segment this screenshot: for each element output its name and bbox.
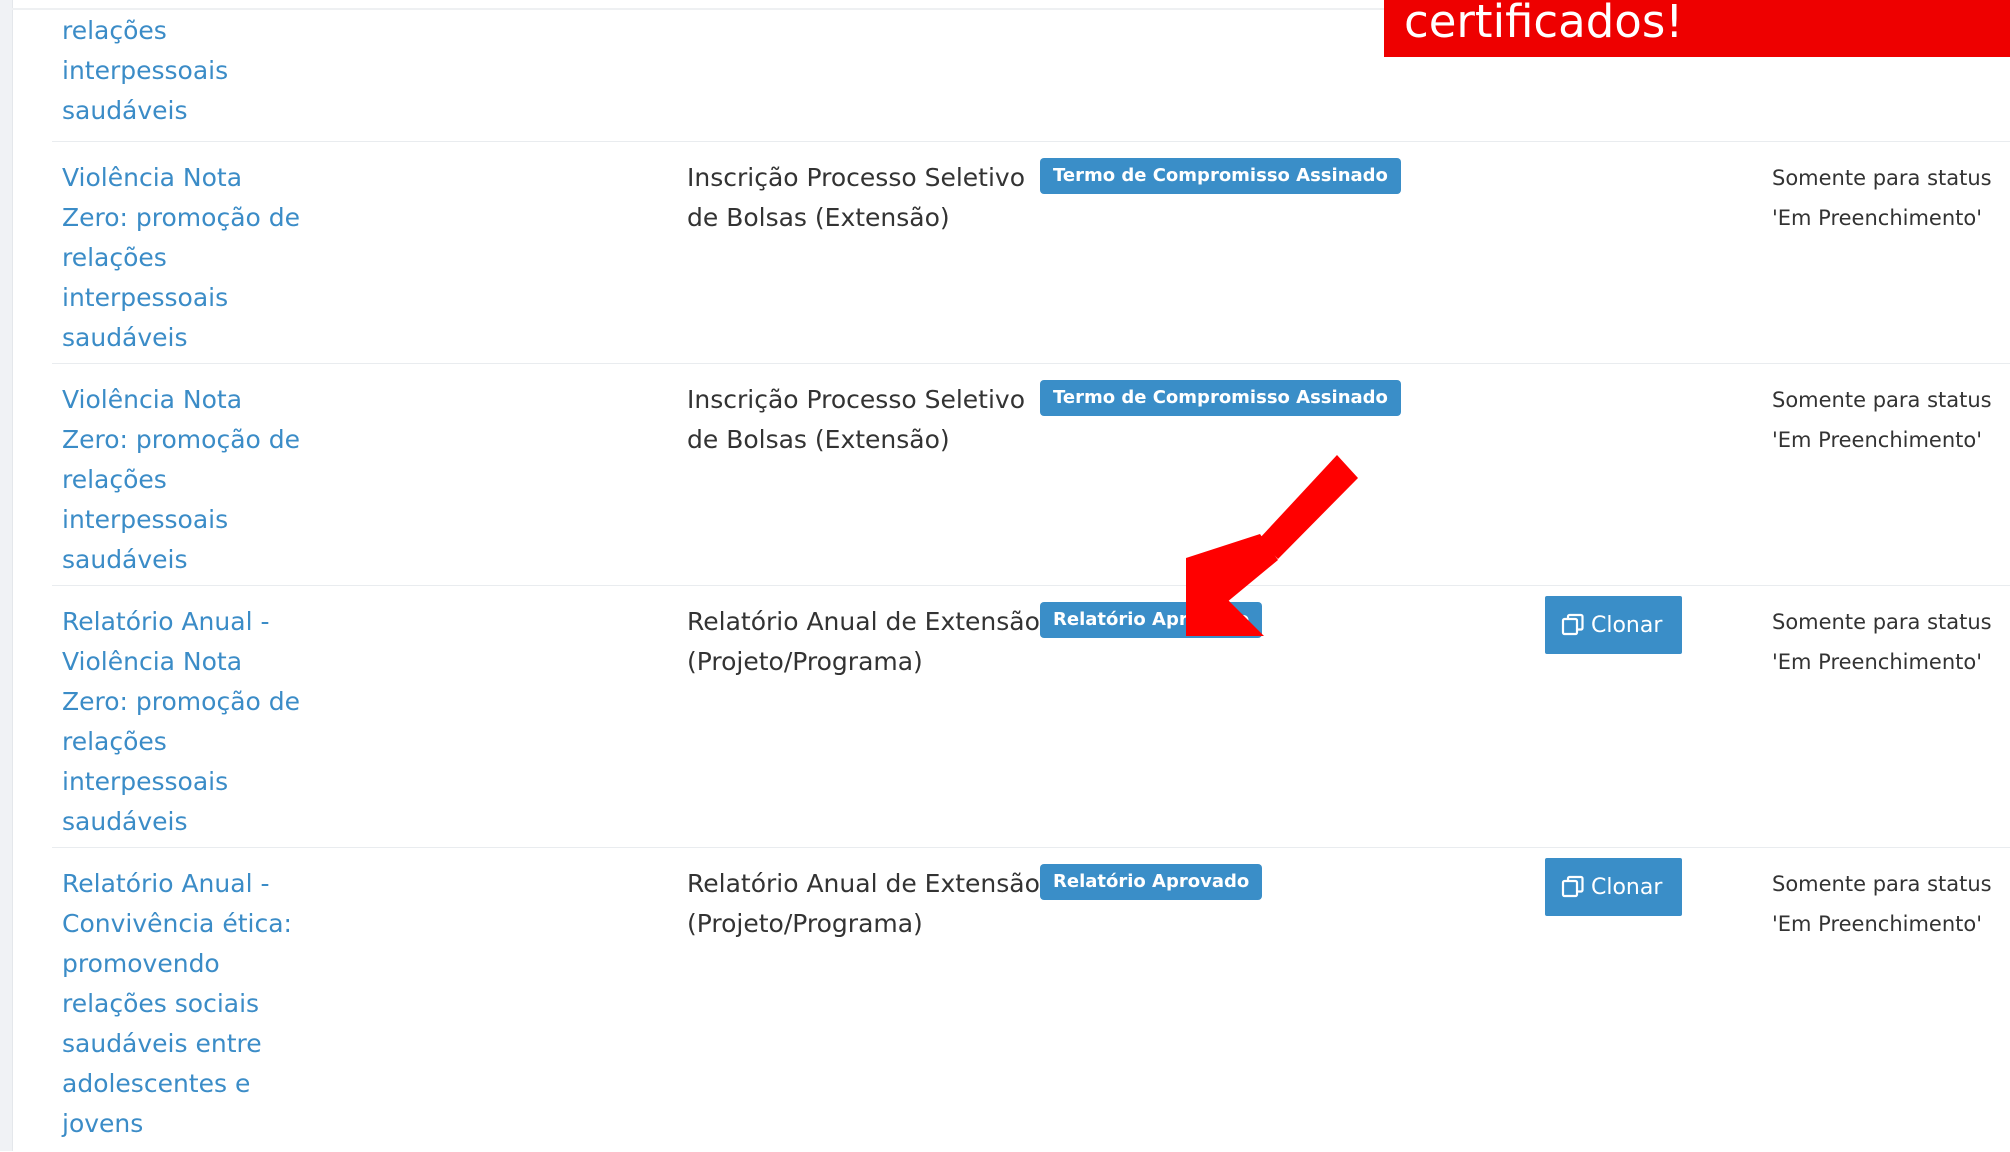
record-title-link[interactable]: relações interpessoais saudáveis: [62, 0, 362, 131]
note-line: Somente para status: [1772, 610, 1992, 634]
title-line: Violência Nota: [62, 385, 243, 414]
title-line: Zero: promoção de: [62, 687, 301, 716]
title-line: relações: [62, 465, 167, 494]
copy-icon: [1561, 875, 1584, 898]
clone-label: Clonar: [1591, 874, 1663, 900]
status-cell: Termo de Compromisso Assinado: [1040, 380, 1401, 416]
table-row: Violência Nota Zero: promoção de relaçõe…: [52, 141, 2010, 364]
record-title-link[interactable]: Violência Nota Zero: promoção de relaçõe…: [62, 364, 362, 580]
title-line: adolescentes e: [62, 1069, 251, 1098]
note-line: 'Em Preenchimento': [1772, 650, 1983, 674]
note-line: Somente para status: [1772, 166, 1992, 190]
status-cell: Relatório Aprovado: [1040, 602, 1263, 638]
status-badge: Relatório Aprovado: [1040, 602, 1263, 638]
edit-note: Somente para status 'Em Preenchimento': [1772, 848, 2010, 944]
note-line: 'Em Preenchimento': [1772, 206, 1983, 230]
title-line: saudáveis entre: [62, 1029, 262, 1058]
title-line: relações: [62, 243, 167, 272]
clone-button[interactable]: Clonar: [1545, 596, 1682, 654]
edit-note: Somente para status 'Em Preenchimento': [1772, 364, 2010, 460]
status-cell: Termo de Compromisso Assinado: [1040, 158, 1401, 194]
annotation-banner: certificados!: [1384, 0, 2010, 57]
action-cell: Clonar: [1545, 596, 1682, 654]
table-row: Relatório Anual - Convivência ética: pro…: [52, 847, 2010, 1152]
title-line: relações sociais: [62, 989, 260, 1018]
title-line: interpessoais: [62, 56, 229, 85]
action-cell: Clonar: [1545, 858, 1682, 916]
title-line: saudáveis: [62, 323, 188, 352]
record-type: Relatório Anual de Extensão (Projeto/Pro…: [687, 586, 1047, 682]
status-badge: Relatório Aprovado: [1040, 864, 1263, 900]
record-title-link[interactable]: Relatório Anual - Violência Nota Zero: p…: [62, 586, 362, 842]
title-line: jovens: [62, 1109, 144, 1138]
type-line: de Bolsas (Extensão): [687, 203, 950, 232]
note-line: Somente para status: [1772, 388, 1992, 412]
type-line: de Bolsas (Extensão): [687, 425, 950, 454]
record-type: Inscrição Processo Seletivo de Bolsas (E…: [687, 364, 1047, 460]
status-badge: Termo de Compromisso Assinado: [1040, 158, 1401, 194]
title-line: promovendo: [62, 949, 220, 978]
status-cell: Relatório Aprovado: [1040, 864, 1263, 900]
record-type: Inscrição Processo Seletivo de Bolsas (E…: [687, 142, 1047, 238]
record-type: Relatório Anual de Extensão (Projeto/Pro…: [687, 848, 1047, 944]
title-line: saudáveis: [62, 545, 188, 574]
record-title-link[interactable]: Violência Nota Zero: promoção de relaçõe…: [62, 142, 362, 358]
status-badge: Termo de Compromisso Assinado: [1040, 380, 1401, 416]
title-line: Violência Nota: [62, 647, 243, 676]
type-line: Relatório Anual de Extensão: [687, 869, 1040, 898]
title-line: Violência Nota: [62, 163, 243, 192]
clone-label: Clonar: [1591, 612, 1663, 638]
note-line: Somente para status: [1772, 872, 1992, 896]
edit-note: Somente para status 'Em Preenchimento': [1772, 586, 2010, 682]
title-line: Convivência ética:: [62, 909, 292, 938]
note-line: 'Em Preenchimento': [1772, 428, 1983, 452]
type-line: Inscrição Processo Seletivo: [687, 163, 1026, 192]
record-title-link[interactable]: Relatório Anual - Convivência ética: pro…: [62, 848, 362, 1144]
title-line: Relatório Anual -: [62, 869, 270, 898]
title-line: relações: [62, 727, 167, 756]
edit-note: Somente para status 'Em Preenchimento': [1772, 142, 2010, 238]
type-line: Relatório Anual de Extensão: [687, 607, 1040, 636]
table-row: Violência Nota Zero: promoção de relaçõe…: [52, 363, 2010, 586]
title-line: relações: [62, 16, 167, 45]
note-line: 'Em Preenchimento': [1772, 912, 1983, 936]
title-line: saudáveis: [62, 807, 188, 836]
clone-button[interactable]: Clonar: [1545, 858, 1682, 916]
left-rail: [0, 0, 13, 1151]
table-row: Relatório Anual - Violência Nota Zero: p…: [52, 585, 2010, 848]
type-line: Inscrição Processo Seletivo: [687, 385, 1026, 414]
title-line: interpessoais: [62, 767, 229, 796]
title-line: Zero: promoção de: [62, 425, 301, 454]
copy-icon: [1561, 613, 1584, 636]
title-line: Zero: promoção de: [62, 203, 301, 232]
type-line: (Projeto/Programa): [687, 647, 923, 676]
title-line: interpessoais: [62, 283, 229, 312]
type-line: (Projeto/Programa): [687, 909, 923, 938]
title-line: interpessoais: [62, 505, 229, 534]
title-line: saudáveis: [62, 96, 188, 125]
title-line: Relatório Anual -: [62, 607, 270, 636]
